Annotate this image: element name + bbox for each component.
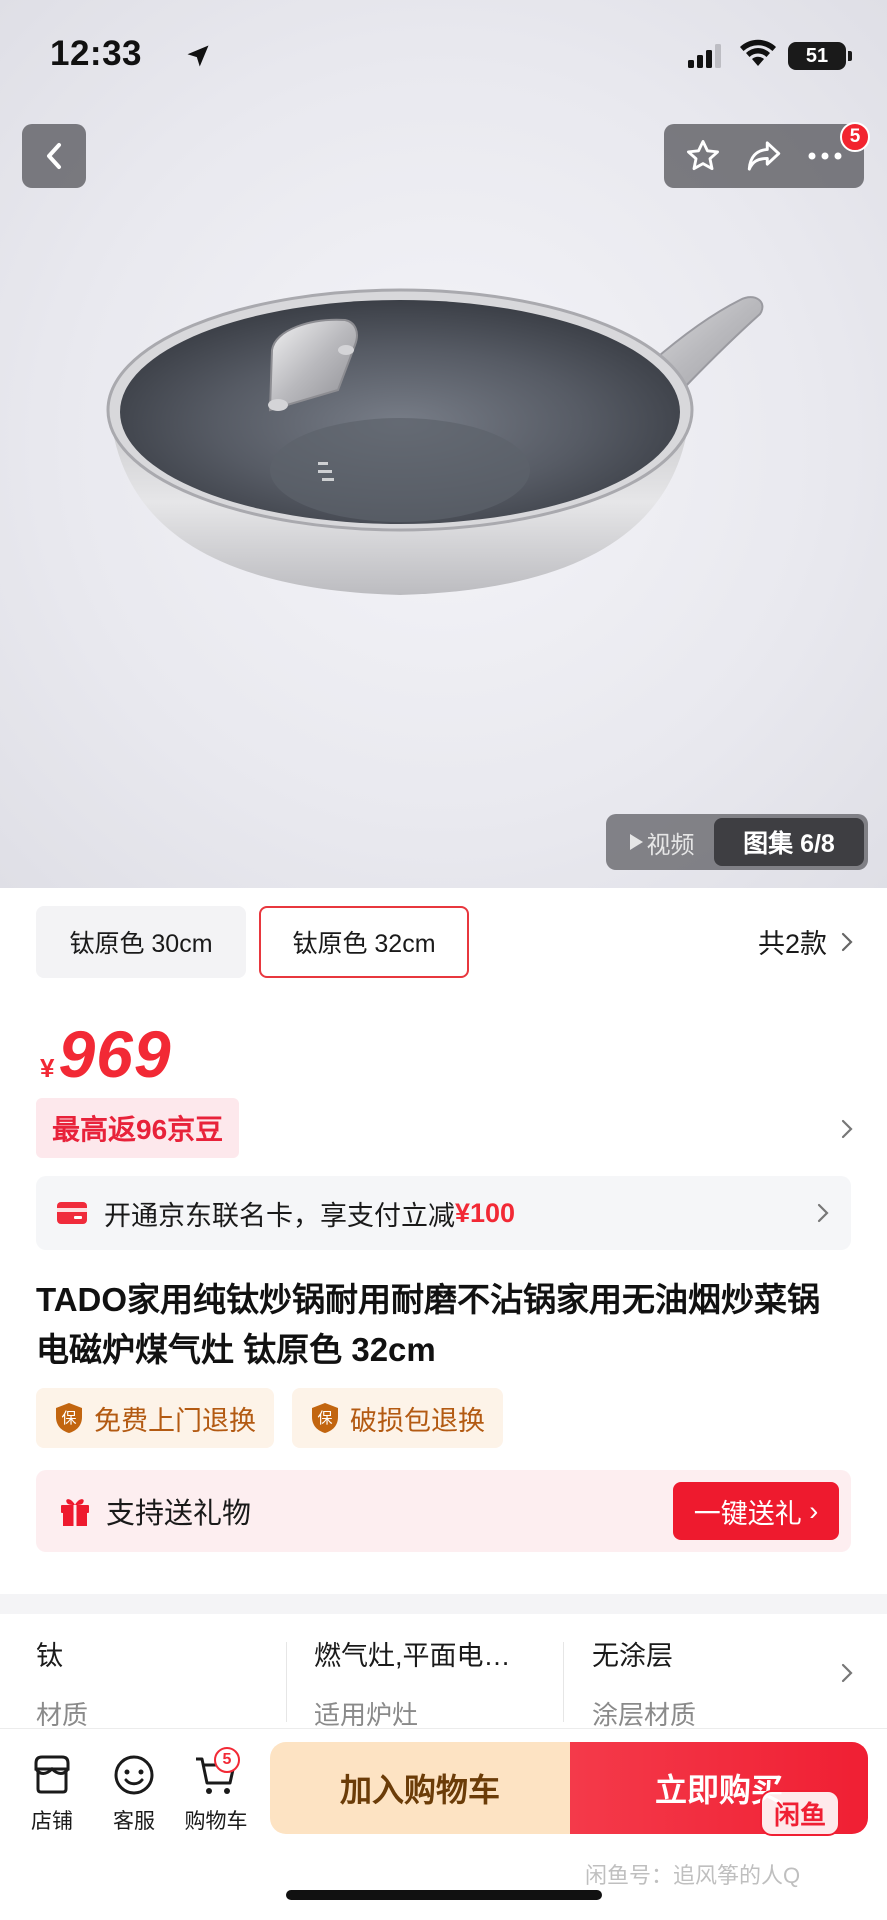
shield-icon: 保 [56, 1403, 82, 1433]
notification-badge: 5 [840, 122, 870, 152]
back-button[interactable] [22, 124, 86, 188]
spec-key: 涂层材质 [592, 1700, 697, 1730]
svg-text:保: 保 [61, 1409, 76, 1427]
spec-material: 钛 材质 [36, 1634, 276, 1732]
section-divider [0, 1594, 887, 1614]
shield-icon: 保 [312, 1403, 338, 1433]
wok-pan-image [106, 288, 764, 595]
nav-service-label: 客服 [113, 1810, 155, 1833]
favorite-button[interactable] [677, 130, 729, 182]
store-icon [34, 1755, 70, 1794]
location-arrow-icon [187, 45, 209, 67]
price: ¥ 969 [40, 1016, 172, 1092]
one-click-gift-button[interactable]: 一键送礼 › [673, 1482, 839, 1540]
spec-value: 钛 [36, 1641, 63, 1671]
more-dots-icon [808, 152, 842, 160]
status-bar: 12:33 51 [0, 0, 887, 110]
currency-symbol: ¥ [40, 1053, 55, 1083]
star-icon [686, 140, 719, 171]
chevron-right-icon[interactable] [841, 1118, 853, 1140]
credit-card-promo-banner[interactable]: 开通京东联名卡，享支付立减 ¥100 [36, 1176, 851, 1250]
sku-selector: 钛原色 30cm 钛原色 32cm 共2款 [0, 906, 887, 982]
product-image-hero[interactable]: 12:33 51 5 视频 图集 6/8 [0, 0, 887, 888]
price-value: 969 [58, 1017, 172, 1091]
cellular-signal-icon [688, 44, 721, 68]
credit-card-icon [57, 1202, 87, 1224]
gift-label: 支持送礼物 [106, 1498, 252, 1530]
media-tabs: 视频 图集 6/8 [606, 814, 868, 870]
gift-icon [61, 1499, 89, 1526]
chevron-right-icon [817, 1203, 829, 1223]
card-promo-text: 开通京东联名卡，享支付立减 [104, 1200, 455, 1231]
spec-stove: 燃气灶,平面电… 适用炉灶 [314, 1634, 534, 1732]
spec-key: 材质 [36, 1700, 89, 1730]
cart-count-badge: 5 [214, 1747, 240, 1773]
status-time: 12:33 [50, 34, 143, 73]
watermark-text: 闲鱼号：追风筝的人Q [585, 1863, 801, 1888]
spec-value: 无涂层 [592, 1641, 673, 1671]
rebate-tag[interactable]: 最高返96京豆 [36, 1098, 240, 1158]
tab-gallery[interactable]: 图集 6/8 [714, 818, 864, 866]
play-icon [629, 834, 643, 850]
nav-customer-service[interactable]: 客服 [94, 1751, 174, 1835]
spec-value: 燃气灶,平面电… [314, 1641, 511, 1671]
service-tag-free-return[interactable]: 保 免费上门退换 [36, 1388, 274, 1448]
battery-indicator: 51 [788, 42, 852, 70]
top-action-group [664, 124, 864, 188]
service-tag-label: 破损包退换 [350, 1405, 485, 1436]
spec-separator [563, 1642, 564, 1722]
nav-store-label: 店铺 [31, 1810, 73, 1833]
sku-option-30cm[interactable]: 钛原色 30cm [36, 906, 246, 978]
gift-button-label: 一键送礼 [693, 1498, 802, 1529]
tab-video-label: 视频 [646, 831, 695, 859]
service-tags: 保 免费上门退换 保 破损包退换 [36, 1388, 503, 1448]
svg-text:保: 保 [317, 1409, 332, 1427]
sku-count-label: 共2款 [757, 929, 827, 959]
gift-bar: 支持送礼物 一键送礼 › [36, 1470, 851, 1552]
chevron-right-icon [841, 932, 853, 951]
card-promo-amount: ¥100 [455, 1197, 516, 1228]
service-tag-label: 免费上门退换 [94, 1405, 256, 1436]
nav-store[interactable]: 店铺 [12, 1751, 92, 1835]
tab-video[interactable]: 视频 [610, 818, 714, 866]
nav-cart-label: 购物车 [184, 1810, 248, 1833]
spec-key: 适用炉灶 [314, 1700, 419, 1730]
wifi-icon [740, 39, 776, 66]
product-title: TADO家用纯钛炒锅耐用耐磨不沾锅家用无油烟炒菜锅电磁炉煤气灶 钛原色 32cm [36, 1281, 821, 1368]
chevron-left-icon [47, 143, 61, 169]
service-tag-damage-return[interactable]: 保 破损包退换 [292, 1388, 503, 1448]
spec-summary[interactable]: 钛 材质 燃气灶,平面电… 适用炉灶 无涂层 涂层材质 [0, 1614, 887, 1734]
share-button[interactable] [738, 130, 790, 182]
add-to-cart-button[interactable]: 加入购物车 [270, 1742, 570, 1834]
chevron-right-icon [841, 1663, 853, 1683]
spec-coating: 无涂层 涂层材质 [592, 1634, 832, 1732]
xianyu-watermark-logo: 闲鱼 [760, 1790, 840, 1836]
share-arrow-icon [747, 141, 781, 171]
sku-option-32cm-selected[interactable]: 钛原色 32cm [259, 906, 469, 978]
sku-count-link[interactable]: 共2款 [758, 922, 853, 961]
home-indicator[interactable] [286, 1890, 602, 1900]
customer-service-icon [114, 1755, 154, 1795]
spec-separator [286, 1642, 287, 1722]
